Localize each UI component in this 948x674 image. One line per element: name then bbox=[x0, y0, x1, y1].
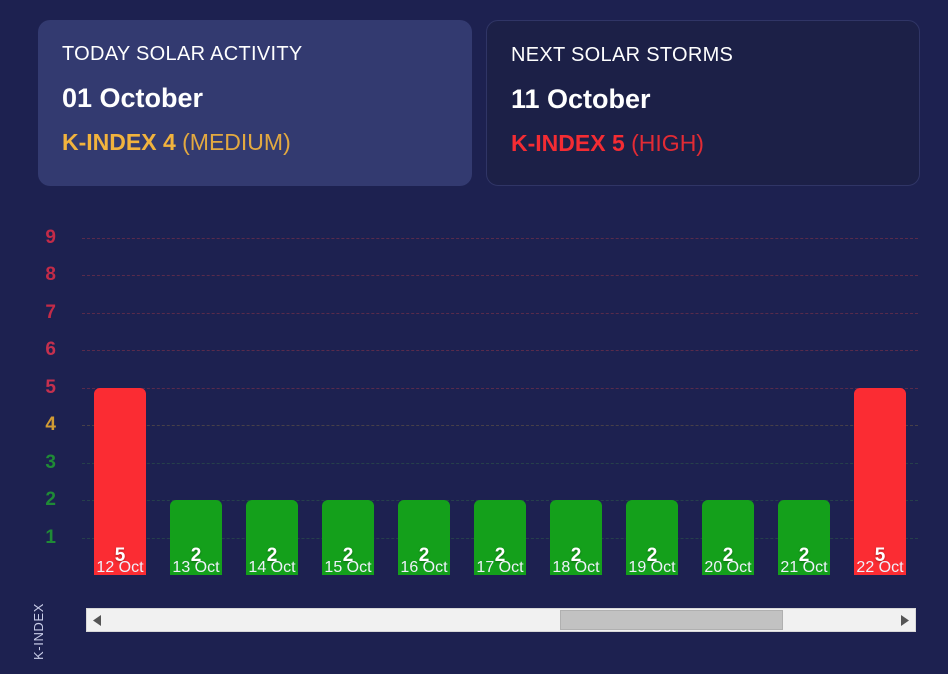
chart-horizontal-scrollbar[interactable] bbox=[86, 608, 916, 632]
y-axis-tick: 5 bbox=[45, 376, 56, 398]
x-axis-tick: 12 Oct bbox=[96, 559, 144, 576]
x-axis-tick: 17 Oct bbox=[476, 559, 524, 576]
card-kindex: K-INDEX 4 (MEDIUM) bbox=[62, 128, 448, 156]
x-axis-tick: 21 Oct bbox=[780, 559, 828, 576]
x-axis-tick: 19 Oct bbox=[628, 559, 676, 576]
y-axis-tick: 9 bbox=[45, 226, 56, 248]
x-axis-tick: 20 Oct bbox=[704, 559, 752, 576]
x-axis-tick: 14 Oct bbox=[248, 559, 296, 576]
card-next-solar-storms[interactable]: NEXT SOLAR STORMS 11 October K-INDEX 5 (… bbox=[486, 20, 920, 186]
y-axis-tick: 8 bbox=[45, 264, 56, 285]
x-axis-tick: 15 Oct bbox=[324, 559, 372, 576]
x-axis-tick: 18 Oct bbox=[552, 559, 600, 576]
scroll-left-arrow-icon[interactable] bbox=[87, 609, 107, 631]
y-axis-tick: 1 bbox=[45, 526, 56, 548]
summary-cards: TODAY SOLAR ACTIVITY 01 October K-INDEX … bbox=[38, 20, 922, 186]
card-kindex-level: (MEDIUM) bbox=[182, 129, 291, 155]
chart-plot-area: 52222222225 bbox=[82, 215, 918, 575]
solar-activity-page: TODAY SOLAR ACTIVITY 01 October K-INDEX … bbox=[0, 0, 948, 674]
x-axis-tick: 13 Oct bbox=[172, 559, 220, 576]
card-title: NEXT SOLAR STORMS bbox=[511, 44, 734, 66]
card-kindex-value: K-INDEX 5 bbox=[511, 130, 625, 156]
scrollbar-track[interactable] bbox=[107, 609, 895, 631]
y-axis-tick: 6 bbox=[45, 339, 56, 360]
y-axis-tick: 3 bbox=[45, 451, 56, 473]
y-axis-tick: 7 bbox=[45, 301, 56, 323]
chart-bar[interactable]: 5 bbox=[94, 387, 146, 575]
x-axis-tick: 16 Oct bbox=[400, 559, 448, 576]
card-date: 11 October bbox=[511, 84, 651, 114]
y-axis-caption: K-INDEX bbox=[28, 592, 48, 670]
scroll-right-arrow-icon[interactable] bbox=[895, 609, 915, 631]
chart-y-axis: 9 8 7 6 5 4 3 2 1 bbox=[30, 215, 56, 575]
chart-bar[interactable]: 5 bbox=[854, 387, 906, 575]
card-title: TODAY SOLAR ACTIVITY bbox=[62, 43, 303, 65]
chart-x-axis: 12 Oct 13 Oct 14 Oct 15 Oct 16 Oct 17 Oct 18 O… bbox=[82, 559, 918, 589]
card-kindex: K-INDEX 5 (HIGH) bbox=[511, 129, 895, 157]
y-axis-tick: 4 bbox=[45, 414, 56, 435]
card-date: 01 October bbox=[62, 83, 204, 113]
card-kindex-value: K-INDEX 4 bbox=[62, 129, 176, 155]
x-axis-tick: 22 Oct bbox=[856, 559, 904, 576]
y-axis-caption-label: K-INDEX bbox=[30, 602, 46, 660]
card-today-solar-activity[interactable]: TODAY SOLAR ACTIVITY 01 October K-INDEX … bbox=[38, 20, 472, 186]
scrollbar-thumb[interactable] bbox=[560, 610, 784, 630]
card-kindex-level: (HIGH) bbox=[631, 130, 704, 156]
chart-bars: 52222222225 bbox=[82, 215, 918, 575]
kindex-bar-chart: 9 8 7 6 5 4 3 2 1 52222222225 12 Oct 13 Oct 14 Oct… bbox=[0, 215, 948, 595]
y-axis-tick: 2 bbox=[45, 489, 56, 510]
